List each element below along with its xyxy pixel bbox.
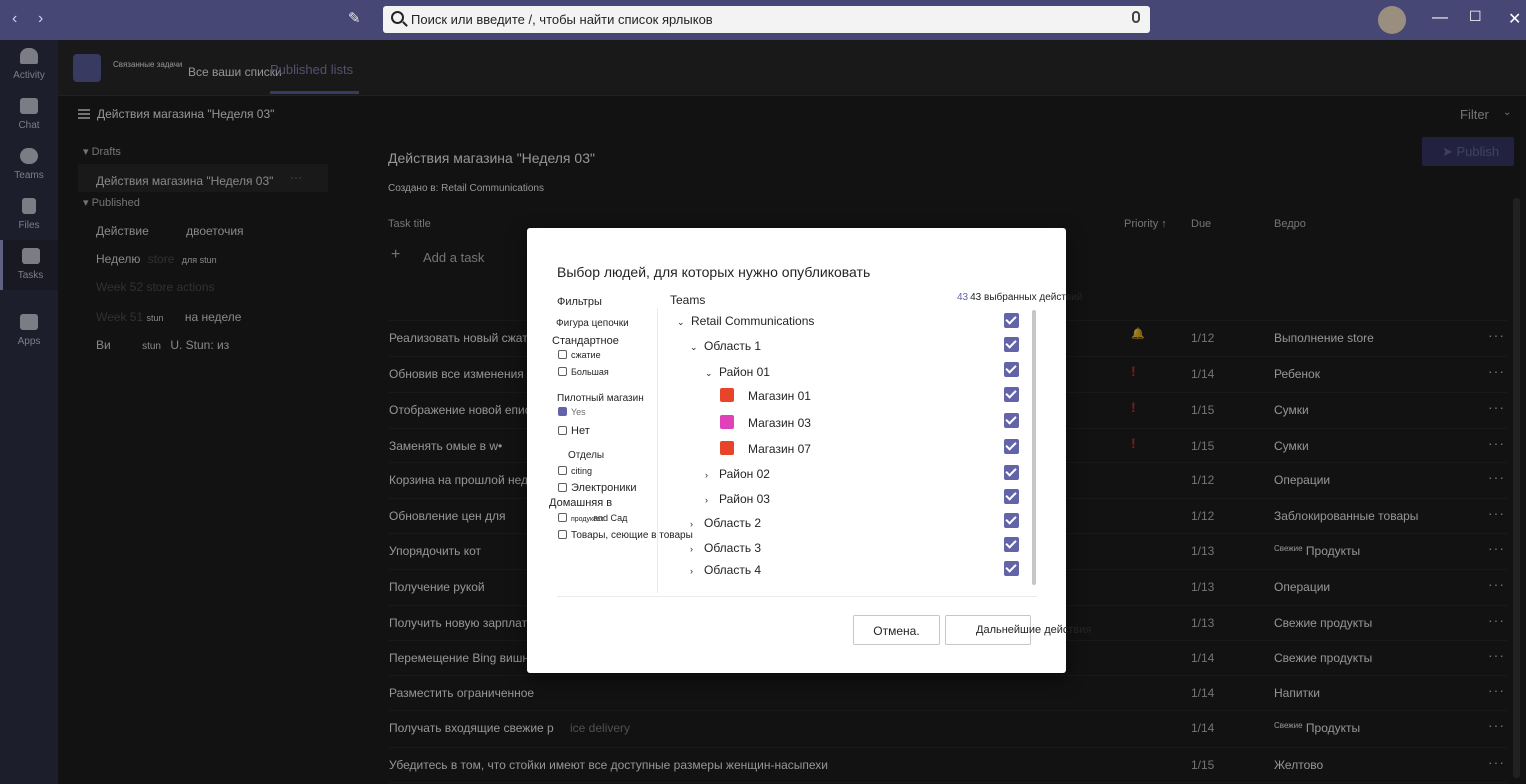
checkbox[interactable] — [558, 426, 567, 435]
tree-node-label: Район 01 — [719, 365, 770, 379]
chevron-right-icon[interactable]: › — [705, 495, 715, 505]
chevron-right-icon[interactable]: › — [690, 566, 700, 576]
shape-standard-label[interactable]: Стандартное — [552, 335, 619, 347]
search-icon — [391, 11, 404, 24]
tree-node-label: Область 3 — [704, 541, 762, 555]
option-label: Электроники — [571, 482, 637, 494]
chevron-down-icon[interactable]: ⌄ — [677, 317, 687, 328]
tree-node-label: Область 2 — [704, 516, 762, 530]
filter-option[interactable]: Товары, сеющие в товары — [558, 530, 693, 541]
divider — [657, 308, 658, 593]
forward-icon[interactable]: › — [38, 10, 43, 28]
checkbox[interactable] — [558, 530, 567, 539]
tree-node-label: Область 4 — [704, 563, 762, 577]
tree-node-label: Магазин 01 — [748, 389, 811, 403]
option-label: Большая — [571, 367, 609, 377]
search-placeholder: Поиск или введите /, чтобы найти список … — [411, 12, 713, 27]
checkbox-checked[interactable] — [1004, 561, 1019, 576]
tree-node[interactable]: › Область 4 — [690, 563, 761, 577]
tree-node-label: Retail Communications — [691, 314, 815, 328]
tree-node[interactable]: ⌄ Область 1 — [690, 339, 761, 353]
tree-node-label: Магазин 07 — [748, 442, 811, 456]
title-bar: ‹ › ✎ Поиск или введите /, чтобы найти с… — [0, 0, 1526, 40]
home-heading: Домашняя в — [549, 497, 613, 509]
store-icon — [720, 388, 734, 402]
tree-node[interactable]: ⌄ Retail Communications — [677, 314, 814, 328]
shape-heading: Фигура цепочки — [556, 318, 629, 329]
tree-node-label: Район 03 — [719, 492, 770, 506]
tree-node[interactable]: › Область 3 — [690, 541, 761, 555]
tree-node[interactable]: › Район 03 — [705, 492, 770, 506]
checkbox[interactable] — [558, 367, 567, 376]
chevron-right-icon[interactable]: › — [690, 544, 700, 554]
checkbox-checked[interactable] — [1004, 337, 1019, 352]
maximize-icon[interactable]: ☐ — [1469, 8, 1482, 25]
tree-node-label: Магазин 03 — [748, 416, 811, 430]
microphone-icon[interactable] — [1132, 11, 1140, 23]
tree-node-label: Область 1 — [704, 339, 762, 353]
chevron-down-icon[interactable]: ⌄ — [690, 342, 700, 353]
filter-option[interactable]: Нет — [558, 425, 590, 437]
tree-node-label: Район 02 — [719, 467, 770, 481]
divider — [557, 596, 1037, 597]
option-label: Товары, сеющие в товары — [571, 530, 693, 541]
option-label: сжатие — [571, 350, 601, 360]
pilot-heading: Пилотный магазин — [557, 393, 644, 404]
dept-heading: Отделы — [568, 450, 605, 461]
tree-node[interactable]: Магазин 01 — [720, 388, 811, 403]
checkbox-checked[interactable] — [1004, 537, 1019, 552]
checkbox-checked[interactable] — [1004, 387, 1019, 402]
avatar[interactable] — [1378, 6, 1406, 34]
tree-node[interactable]: › Район 02 — [705, 467, 770, 481]
filter-option[interactable]: citing — [558, 466, 592, 476]
checkbox-checked[interactable] — [1004, 489, 1019, 504]
checkbox[interactable] — [558, 350, 567, 359]
store-icon — [720, 441, 734, 455]
filter-option[interactable]: Yes — [558, 407, 586, 417]
checkbox-checked[interactable] — [558, 407, 567, 416]
checkbox[interactable] — [558, 513, 567, 522]
option-label: Yes — [571, 407, 586, 417]
checkbox-checked[interactable] — [1004, 313, 1019, 328]
checkbox[interactable] — [558, 483, 567, 492]
filters-heading: Фильтры — [557, 296, 602, 308]
option-label: and Сад — [593, 513, 628, 523]
checkbox-checked[interactable] — [1004, 439, 1019, 454]
checkbox-checked[interactable] — [1004, 465, 1019, 480]
search-input[interactable]: Поиск или введите /, чтобы найти список … — [383, 6, 1150, 33]
chevron-down-icon[interactable]: ⌄ — [705, 368, 715, 379]
checkbox-checked[interactable] — [1004, 413, 1019, 428]
teams-heading: Teams — [670, 293, 706, 307]
store-icon — [720, 415, 734, 429]
checkbox-checked[interactable] — [1004, 362, 1019, 377]
tree-node[interactable]: Магазин 03 — [720, 415, 811, 430]
tree-node[interactable]: ⌄ Район 01 — [705, 365, 770, 379]
tree-node[interactable]: › Область 2 — [690, 516, 761, 530]
selected-count-number: 43 — [957, 292, 969, 303]
filter-option[interactable]: Электроники — [558, 482, 636, 494]
selected-count: 43 43 выбранных действий — [957, 292, 1082, 303]
chevron-right-icon[interactable]: › — [690, 519, 700, 529]
chevron-right-icon[interactable]: › — [705, 470, 715, 480]
tree-node[interactable]: Магазин 07 — [720, 441, 811, 456]
next-button[interactable]: Дальнейшие действия — [945, 615, 1091, 645]
cancel-button[interactable]: Отмена. — [853, 615, 940, 645]
filter-option[interactable]: Большая — [558, 367, 609, 377]
back-icon[interactable]: ‹ — [12, 10, 17, 28]
checkbox-checked[interactable] — [1004, 513, 1019, 528]
option-label: Нет — [571, 425, 590, 437]
compose-icon[interactable]: ✎ — [348, 9, 368, 29]
option-label: citing — [571, 466, 593, 476]
publish-dialog: Выбор людей, для которых нужно опубликов… — [527, 228, 1091, 673]
selected-count-label: 43 выбранных действий — [970, 292, 1083, 303]
checkbox[interactable] — [558, 466, 567, 475]
minimize-icon[interactable]: — — [1432, 9, 1448, 27]
close-icon[interactable]: ✕ — [1508, 9, 1521, 29]
tree-scrollbar[interactable] — [1032, 310, 1036, 585]
filter-option[interactable]: сжатие — [558, 350, 601, 360]
dialog-title: Выбор людей, для которых нужно опубликов… — [557, 264, 871, 280]
